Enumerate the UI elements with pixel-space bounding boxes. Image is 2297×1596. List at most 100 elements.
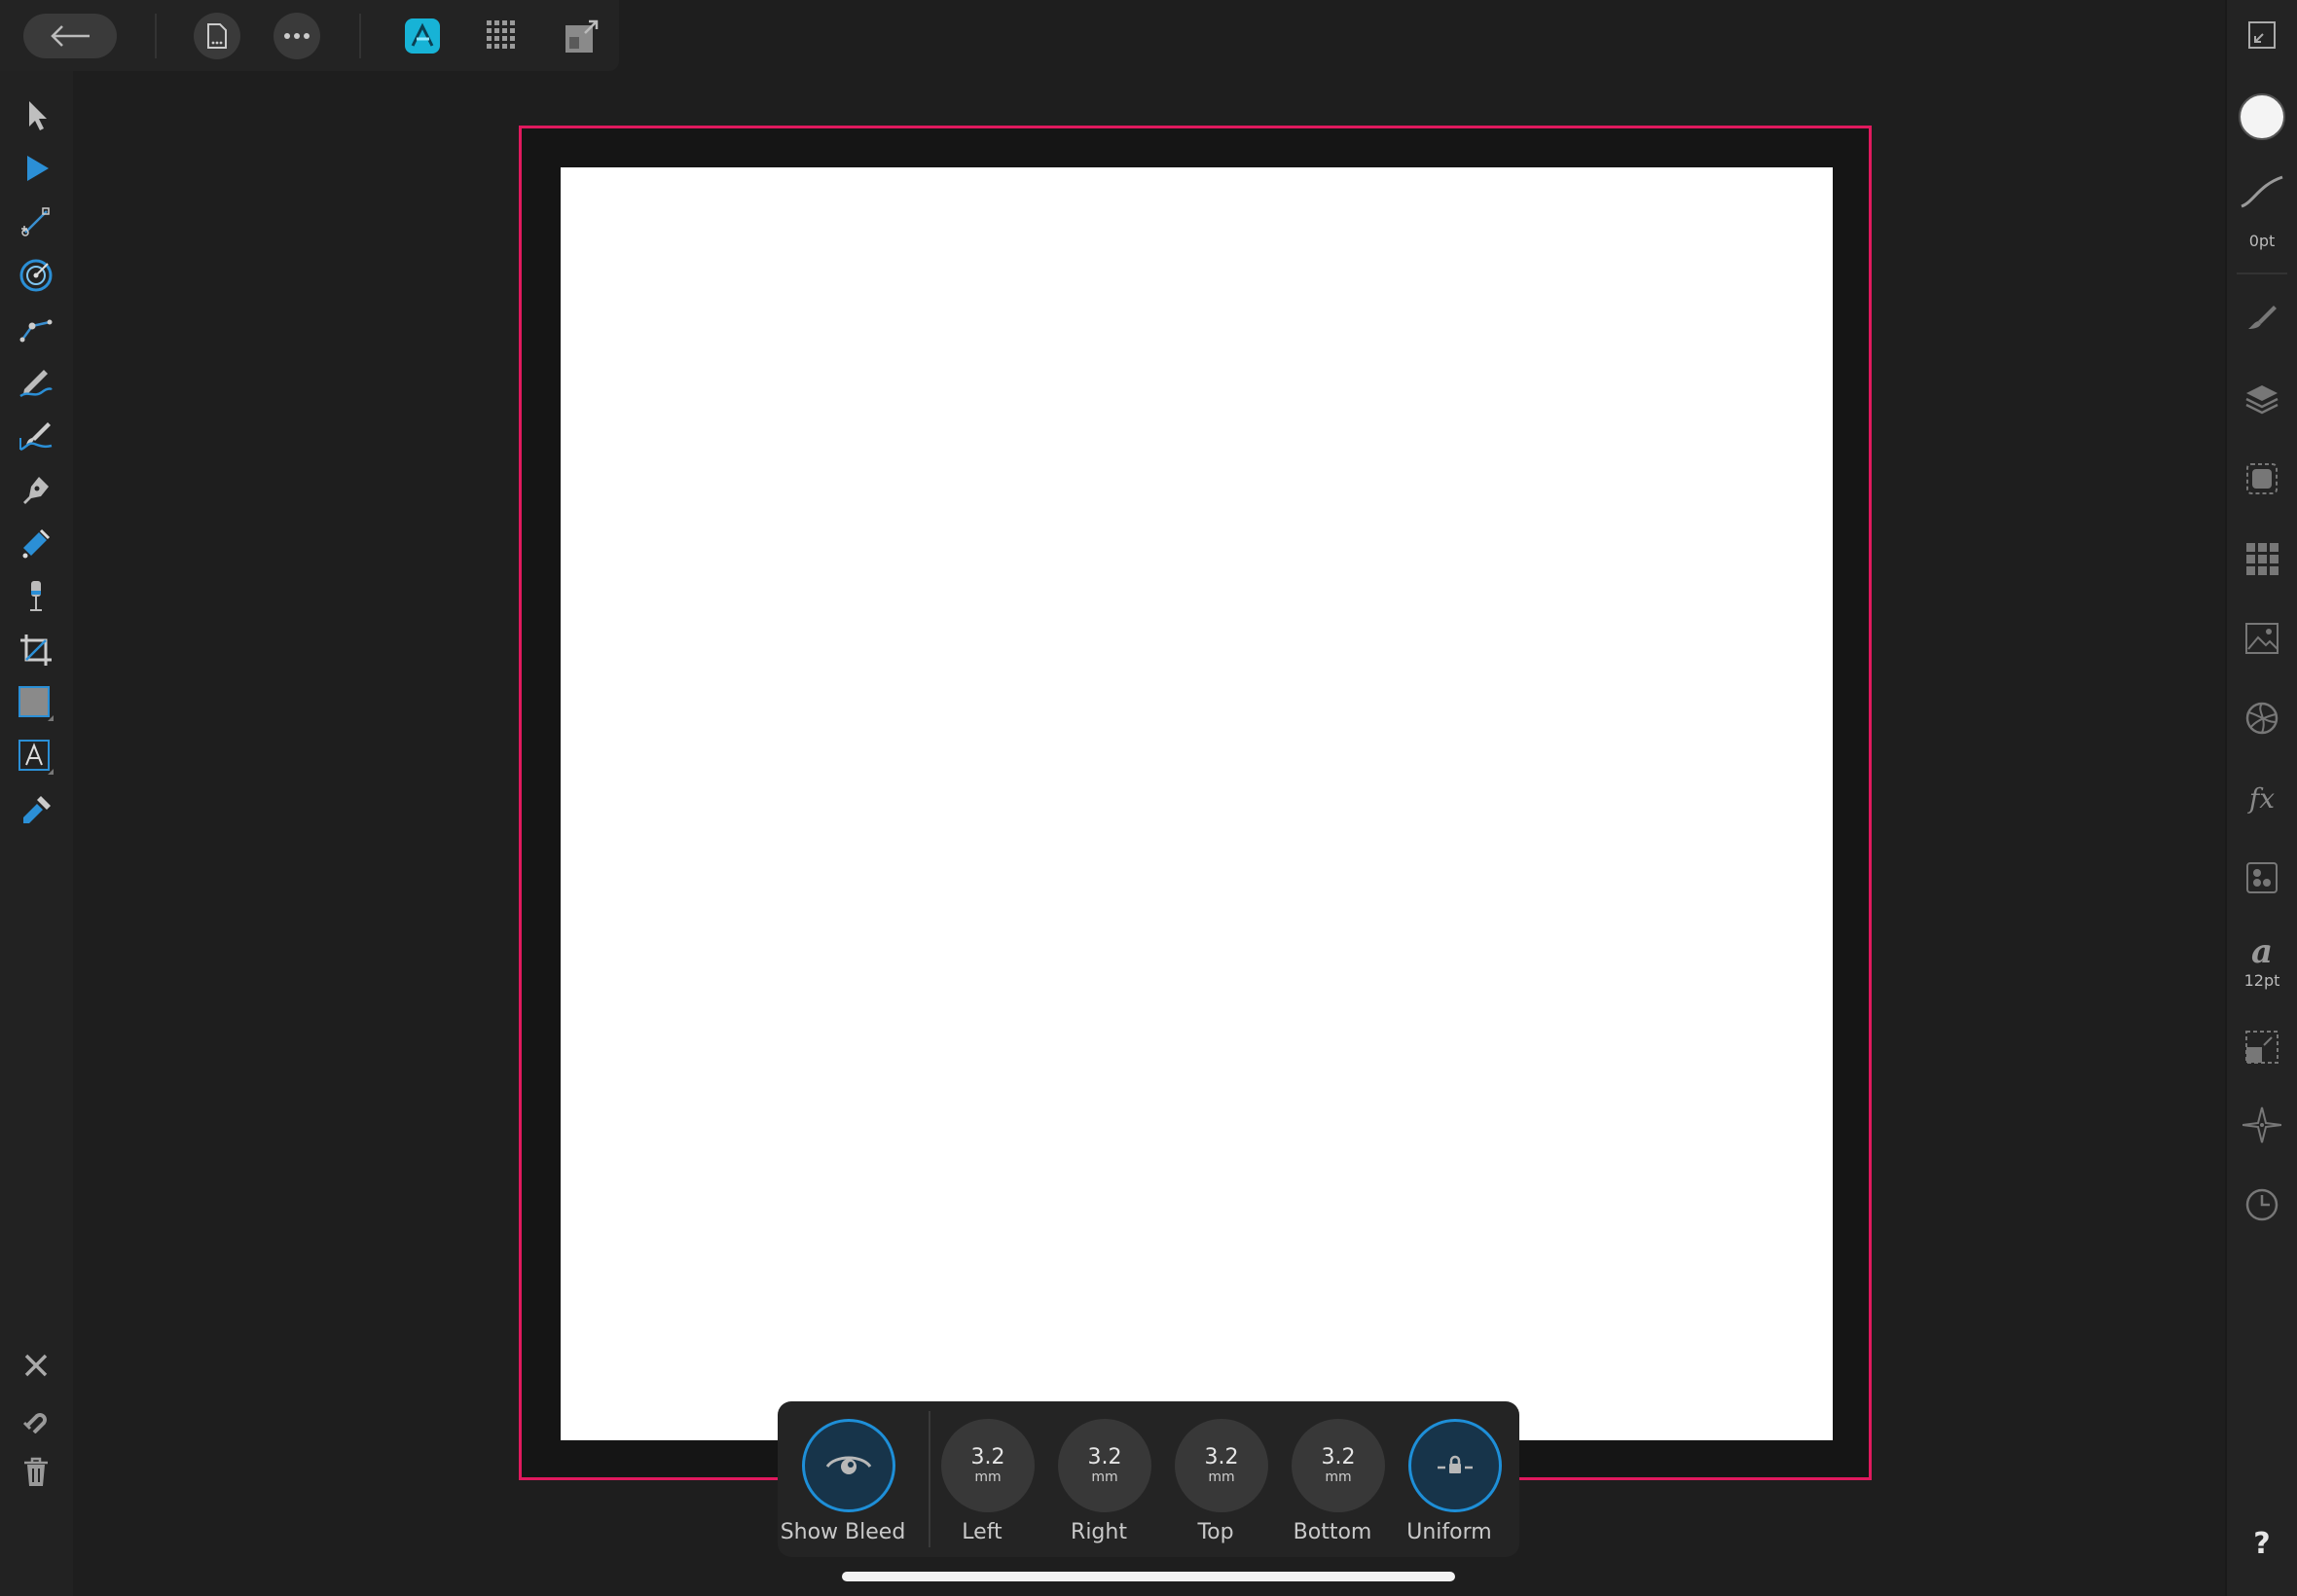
- bleed-right-field[interactable]: 3.2 mm: [1058, 1419, 1151, 1512]
- brushes-studio-button[interactable]: [2237, 294, 2287, 345]
- pen-tool-icon: [19, 473, 53, 506]
- clock-icon: [2244, 1187, 2279, 1222]
- stroke-icon: [2240, 173, 2284, 212]
- bleed-top-value: 3.2: [1204, 1445, 1239, 1469]
- rectangle-tool[interactable]: [12, 679, 60, 728]
- color-picker-tool[interactable]: [12, 786, 60, 835]
- color-swatch-icon: [2238, 92, 2286, 141]
- point-transform-tool[interactable]: [12, 305, 60, 353]
- effects-studio-button[interactable]: [2237, 453, 2287, 504]
- transparency-tool-icon: [18, 258, 54, 293]
- vector-brush-tool-icon: [18, 418, 54, 453]
- dashed-square-icon: [2244, 461, 2279, 496]
- fill-color-swatch[interactable]: [2237, 91, 2287, 142]
- trash-icon: [22, 1457, 50, 1488]
- bleed-left-unit: mm: [974, 1469, 1002, 1485]
- fullscreen-button[interactable]: [2237, 10, 2287, 60]
- image-icon: [2244, 622, 2279, 655]
- close-icon: [23, 1353, 49, 1378]
- bleed-right-control[interactable]: 3.2 mm Right: [1045, 1411, 1152, 1547]
- fx-icon: fx: [2248, 781, 2276, 815]
- home-indicator[interactable]: [842, 1572, 1455, 1581]
- vector-brush-tool[interactable]: [12, 412, 60, 460]
- node-tool[interactable]: [12, 144, 60, 193]
- document-page[interactable]: [561, 167, 1833, 1440]
- aperture-icon: [2244, 701, 2279, 736]
- fill-tool[interactable]: [12, 519, 60, 567]
- corner-tool[interactable]: [12, 198, 60, 246]
- swatches-studio-button[interactable]: [2237, 533, 2287, 584]
- help-button[interactable]: ?: [2237, 1518, 2287, 1569]
- document-icon: [206, 22, 228, 50]
- designer-persona-button[interactable]: [398, 14, 447, 58]
- ellipsis-icon: [283, 32, 310, 40]
- bleed-left-field[interactable]: 3.2 mm: [941, 1419, 1035, 1512]
- snapping-button[interactable]: [12, 1395, 60, 1443]
- text-style-icon: a: [2250, 932, 2274, 971]
- node-tool-icon: [21, 152, 51, 185]
- magnet-icon: [21, 1404, 51, 1433]
- bleed-bottom-control[interactable]: 3.2 mm Bottom: [1279, 1411, 1386, 1547]
- uniform-button[interactable]: [1408, 1419, 1502, 1512]
- toolbar-divider: [155, 14, 157, 58]
- move-tool[interactable]: [12, 91, 60, 139]
- transparency-tool[interactable]: [12, 251, 60, 300]
- move-tool-icon: [21, 98, 51, 131]
- bleed-right-unit: mm: [1091, 1469, 1118, 1485]
- fx-studio-button[interactable]: fx: [2237, 773, 2287, 823]
- point-transform-tool-icon: [18, 312, 54, 345]
- stroke-width-label: 0pt: [2248, 232, 2276, 250]
- show-bleed-label: Show Bleed: [780, 1520, 906, 1544]
- studio-panel: 0pt fx a 12pt ?: [2225, 0, 2297, 1596]
- font-size-label: 12pt: [2243, 971, 2280, 990]
- arrow-left-icon: [49, 24, 91, 48]
- fullscreen-icon: [2247, 20, 2277, 50]
- bleed-top-field[interactable]: 3.2 mm: [1175, 1419, 1268, 1512]
- color-picker-tool-icon: [19, 794, 53, 827]
- more-options-button[interactable]: [273, 13, 320, 59]
- navigator-studio-button[interactable]: [2237, 1100, 2287, 1150]
- bleed-top-unit: mm: [1208, 1469, 1235, 1485]
- styles-studio-button[interactable]: [2237, 852, 2287, 903]
- top-toolbar: [0, 0, 619, 71]
- artistic-text-tool[interactable]: [12, 733, 60, 781]
- toolbar-divider: [359, 14, 361, 58]
- eye-icon: [825, 1451, 872, 1480]
- text-studio-button[interactable]: a: [2237, 926, 2287, 977]
- back-button[interactable]: [23, 14, 117, 58]
- context-toolbar: Show Bleed 3.2 mm Left 3.2 mm Right 3.2 …: [778, 1401, 1519, 1557]
- tools-panel: [0, 71, 73, 1596]
- history-studio-button[interactable]: [2237, 1179, 2287, 1230]
- styles-icon: [2245, 861, 2279, 894]
- show-bleed-button[interactable]: [802, 1419, 895, 1512]
- pen-tool[interactable]: [12, 465, 60, 514]
- compass-icon: [2242, 1106, 2281, 1144]
- image-studio-button[interactable]: [2237, 613, 2287, 664]
- layers-studio-button[interactable]: [2237, 374, 2287, 424]
- uniform-toggle[interactable]: Uniform: [1396, 1411, 1503, 1547]
- transform-studio-button[interactable]: [2237, 1022, 2287, 1072]
- document-menu-button[interactable]: [194, 13, 240, 59]
- artistic-text-tool-icon: [17, 738, 55, 777]
- delete-button[interactable]: [12, 1448, 60, 1497]
- close-tool[interactable]: [12, 1341, 60, 1390]
- bleed-right-value: 3.2: [1087, 1445, 1122, 1469]
- bleed-left-value: 3.2: [970, 1445, 1005, 1469]
- pencil-tool[interactable]: [12, 358, 60, 407]
- crop-tool[interactable]: [12, 626, 60, 674]
- crop-tool-icon: [18, 633, 54, 668]
- stroke-button[interactable]: [2237, 167, 2287, 218]
- grid-icon: [2244, 541, 2279, 576]
- appearance-studio-button[interactable]: [2237, 693, 2287, 744]
- bleed-bottom-unit: mm: [1325, 1469, 1352, 1485]
- bleed-bottom-field[interactable]: 3.2 mm: [1292, 1419, 1385, 1512]
- place-image-tool[interactable]: [12, 572, 60, 621]
- export-persona-button[interactable]: [558, 14, 606, 58]
- lock-icon: [1436, 1454, 1475, 1477]
- bleed-bottom-value: 3.2: [1321, 1445, 1356, 1469]
- bleed-left-control[interactable]: 3.2 mm Left: [929, 1411, 1036, 1547]
- pixel-persona-button[interactable]: [478, 14, 527, 58]
- pencil-tool-icon: [18, 366, 54, 399]
- bleed-top-control[interactable]: 3.2 mm Top: [1162, 1411, 1269, 1547]
- show-bleed-toggle[interactable]: Show Bleed: [781, 1411, 905, 1547]
